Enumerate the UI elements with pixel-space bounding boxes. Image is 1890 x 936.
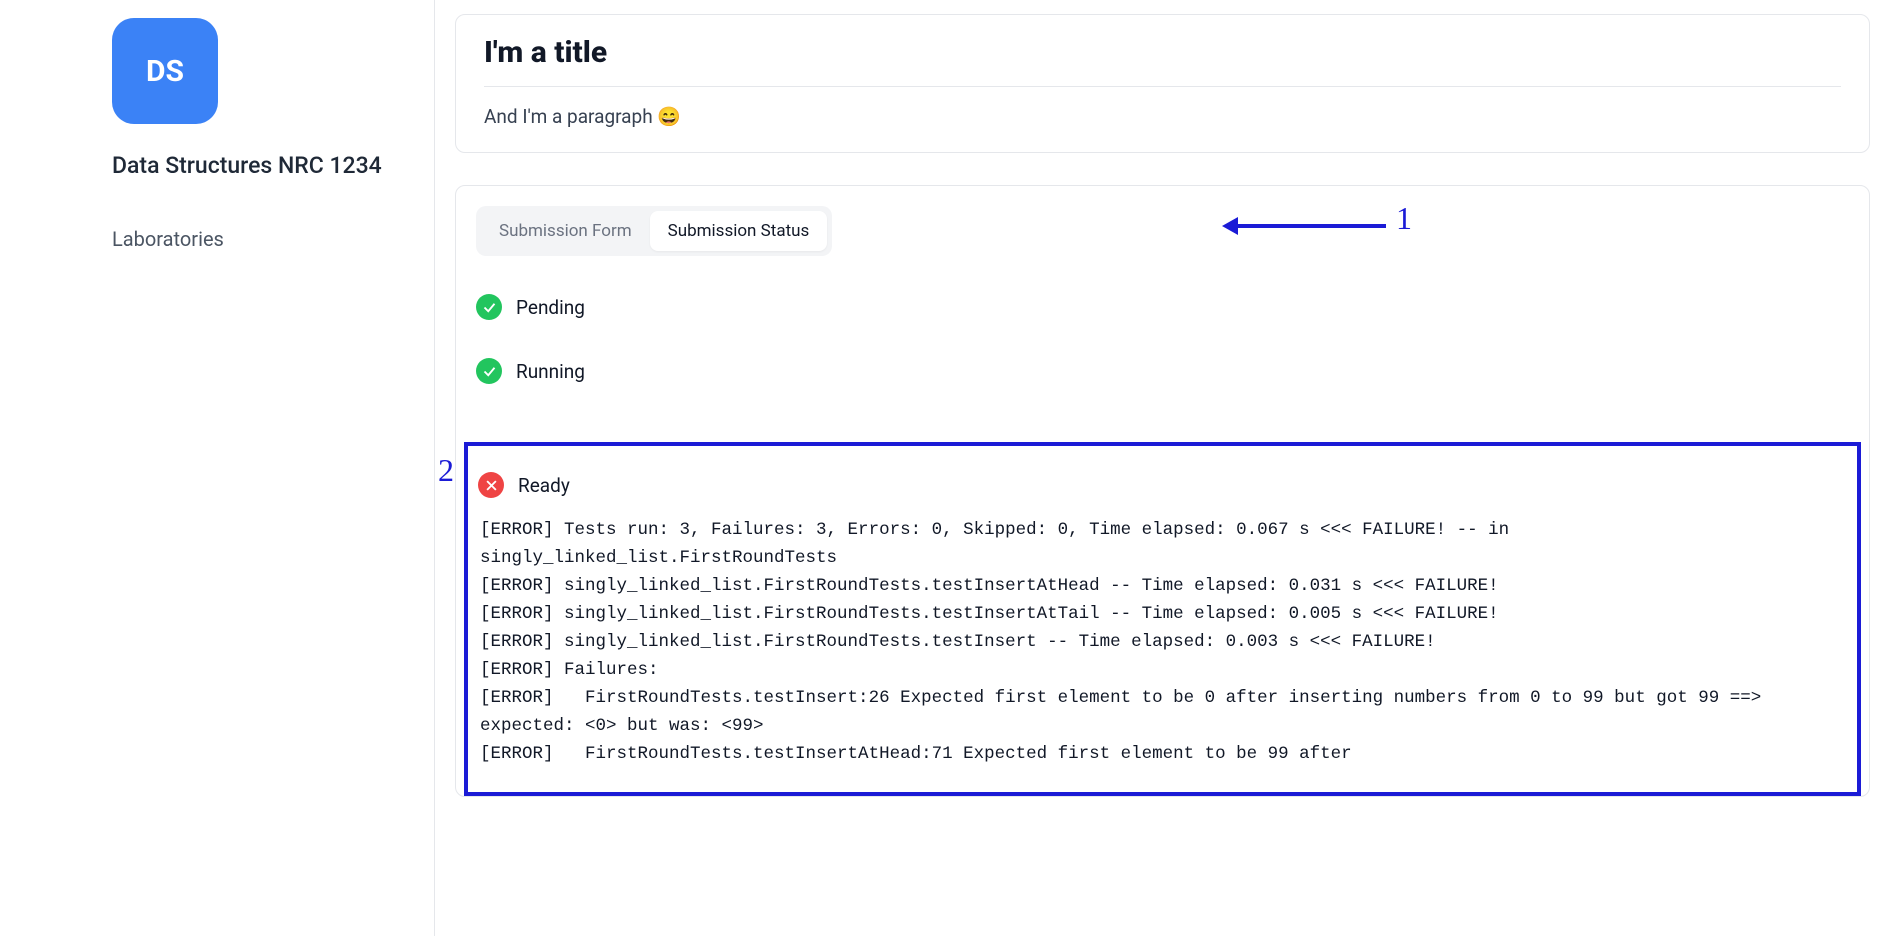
sidebar-item-laboratories[interactable]: Laboratories — [112, 227, 434, 251]
status-list: Pending Running — [456, 294, 1869, 442]
status-label: Running — [516, 360, 585, 383]
status-label: Ready — [518, 474, 570, 497]
sidebar: DS Data Structures NRC 1234 Laboratories — [0, 0, 435, 936]
status-row-pending: Pending — [476, 294, 1849, 320]
tab-submission-form[interactable]: Submission Form — [481, 211, 650, 251]
check-icon — [476, 294, 502, 320]
tabs: Submission Form Submission Status — [476, 206, 832, 256]
status-row-ready: Ready — [478, 472, 1847, 498]
annotation-label-2: 2 — [438, 452, 454, 489]
status-label: Pending — [516, 296, 585, 319]
course-title: Data Structures NRC 1234 — [112, 152, 434, 179]
course-badge-text: DS — [146, 54, 184, 89]
assignment-paragraph: And I'm a paragraph 😄 — [484, 105, 1841, 128]
course-badge: DS — [112, 18, 218, 124]
annotation-arrow-icon — [1236, 224, 1386, 228]
x-icon — [478, 472, 504, 498]
status-card: Submission Form Submission Status 1 Pend… — [455, 185, 1870, 797]
tab-submission-status[interactable]: Submission Status — [650, 211, 828, 251]
assignment-header-card: I'm a title And I'm a paragraph 😄 — [455, 14, 1870, 153]
check-icon — [476, 358, 502, 384]
test-log-output: [ERROR] Tests run: 3, Failures: 3, Error… — [478, 510, 1847, 768]
assignment-title: I'm a title — [484, 35, 1841, 87]
main-content: I'm a title And I'm a paragraph 😄 Submis… — [435, 0, 1890, 936]
annotation-label-1: 1 — [1396, 200, 1412, 237]
ready-block: 2 Ready [ERROR] Tests run: 3, Failures: … — [464, 442, 1861, 796]
status-row-running: Running — [476, 358, 1849, 384]
